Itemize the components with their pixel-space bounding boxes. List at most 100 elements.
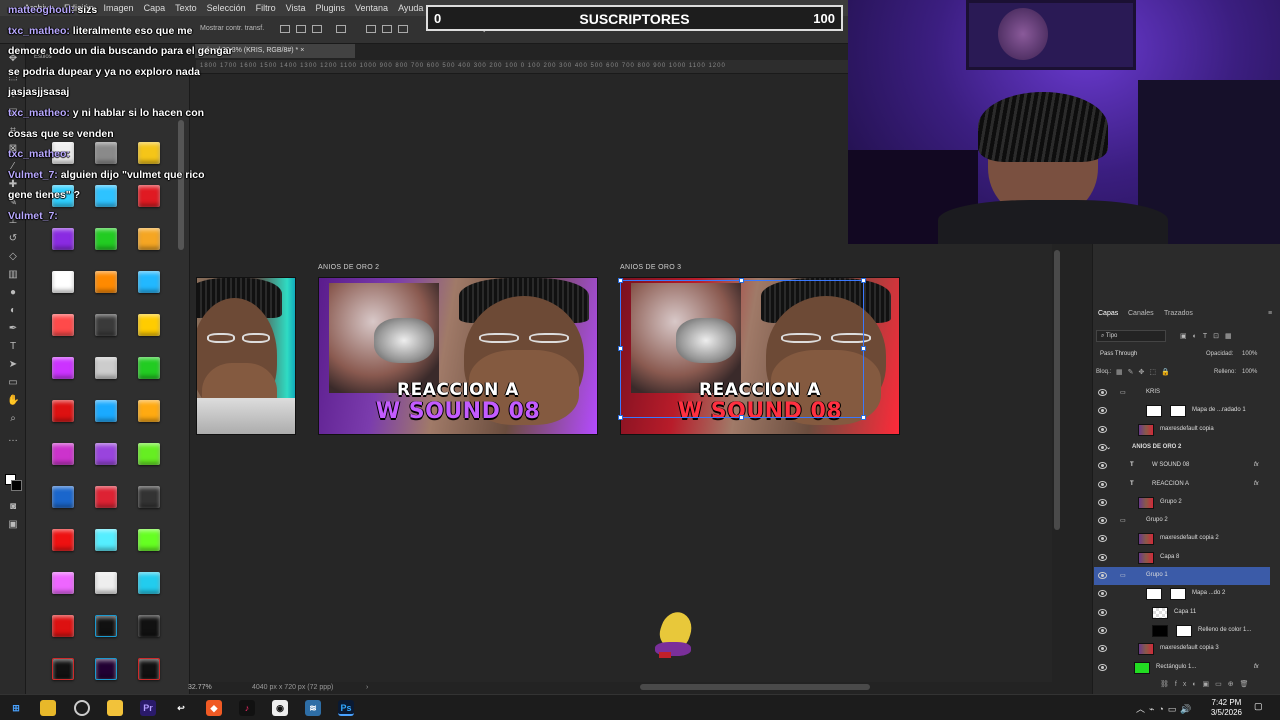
styles-scrollbar[interactable] bbox=[178, 120, 184, 250]
zoom-tool-icon[interactable]: ⌕ bbox=[7, 414, 19, 424]
clock[interactable]: 7:42 PM 3/5/2026 bbox=[1211, 698, 1242, 718]
style-swatch[interactable] bbox=[95, 615, 117, 637]
opacity-value[interactable]: 100% bbox=[1242, 351, 1257, 357]
distribute-icon[interactable] bbox=[336, 25, 346, 33]
visibility-eye-icon[interactable] bbox=[1098, 425, 1107, 433]
style-swatch[interactable] bbox=[95, 271, 117, 293]
transform-bounding-box[interactable] bbox=[620, 280, 864, 418]
menu-vista[interactable]: Vista bbox=[286, 3, 306, 13]
artboard-2-label[interactable]: ANIOS DE ORO 2 bbox=[318, 264, 379, 271]
transform-handle[interactable] bbox=[618, 415, 623, 420]
file-explorer-icon[interactable] bbox=[40, 700, 56, 716]
style-swatch[interactable] bbox=[138, 529, 160, 551]
folder-icon[interactable]: ▭ bbox=[1120, 389, 1126, 396]
rectangle-tool-icon[interactable]: ▭ bbox=[7, 378, 19, 388]
transform-handle[interactable] bbox=[739, 415, 744, 420]
layer-row[interactable]: ⌄ ANIOS DE ORO 2 bbox=[1094, 439, 1270, 457]
menu-texto[interactable]: Texto bbox=[175, 3, 197, 13]
visibility-eye-icon[interactable] bbox=[1098, 553, 1107, 561]
type-tool-icon[interactable]: T bbox=[7, 342, 19, 352]
style-swatch[interactable] bbox=[138, 400, 160, 422]
align-top-icon[interactable] bbox=[366, 25, 376, 33]
transform-handle[interactable] bbox=[861, 415, 866, 420]
gradient-tool-icon[interactable]: ▥ bbox=[7, 270, 19, 280]
layer-row[interactable]: ▭ KRIS bbox=[1094, 384, 1270, 402]
dodge-tool-icon[interactable]: ◐ bbox=[7, 306, 19, 316]
background-color-swatch[interactable] bbox=[11, 480, 22, 491]
style-swatch[interactable] bbox=[52, 529, 74, 551]
visibility-eye-icon[interactable] bbox=[1098, 626, 1107, 634]
menu-ayuda[interactable]: Ayuda bbox=[398, 3, 423, 13]
chrome-icon[interactable] bbox=[74, 700, 90, 716]
tab-capas[interactable]: Capas bbox=[1098, 310, 1118, 317]
folder-icon[interactable]: ▭ bbox=[1120, 517, 1126, 524]
visibility-eye-icon[interactable] bbox=[1098, 535, 1107, 543]
layer-row[interactable]: Relleno de color 1... bbox=[1094, 622, 1270, 640]
artboard-1-thumbnail[interactable] bbox=[196, 277, 296, 435]
notifications-icon[interactable]: ▢ bbox=[1254, 701, 1263, 712]
transform-handle[interactable] bbox=[618, 278, 623, 283]
visibility-eye-icon[interactable] bbox=[1098, 389, 1107, 396]
layer-row[interactable]: Capa 8 bbox=[1094, 549, 1270, 567]
style-swatch[interactable] bbox=[138, 314, 160, 336]
style-swatch[interactable] bbox=[52, 572, 74, 594]
menu-seleccion[interactable]: Selección bbox=[207, 3, 246, 13]
system-tray-icons[interactable]: ︿⌁◔▭🔊 bbox=[1136, 702, 1196, 715]
history-brush-icon[interactable]: ↺ bbox=[7, 234, 19, 244]
style-swatch[interactable] bbox=[138, 572, 160, 594]
layer-effects-icon[interactable]: fx bbox=[1254, 481, 1259, 487]
blur-tool-icon[interactable]: ● bbox=[7, 288, 19, 298]
style-swatch[interactable] bbox=[138, 142, 160, 164]
transform-controls-label[interactable]: Mostrar contr. transf. bbox=[200, 25, 264, 32]
hand-tool-icon[interactable]: ✋ bbox=[7, 396, 19, 406]
transform-handle[interactable] bbox=[861, 278, 866, 283]
align-right-icon[interactable] bbox=[312, 25, 322, 33]
fill-value[interactable]: 100% bbox=[1242, 369, 1257, 375]
style-swatch[interactable] bbox=[95, 314, 117, 336]
style-swatch[interactable] bbox=[95, 228, 117, 250]
eraser-icon[interactable]: ◇ bbox=[7, 252, 19, 262]
layer-filter-icons[interactable]: ▣◐T⊡▦ bbox=[1180, 332, 1266, 342]
vscode-icon[interactable]: ≋ bbox=[305, 700, 321, 716]
layer-filter-select[interactable]: ⌕ Tipo bbox=[1096, 330, 1166, 342]
layer-row[interactable]: Mapa ...do 2 bbox=[1094, 585, 1270, 603]
capcut-icon[interactable]: ↩ bbox=[173, 700, 189, 716]
style-swatch[interactable] bbox=[52, 314, 74, 336]
photoshop-icon[interactable]: Ps bbox=[338, 700, 354, 716]
layer-row[interactable]: Capa 11 bbox=[1094, 604, 1270, 622]
style-swatch[interactable] bbox=[95, 658, 117, 680]
tab-canales[interactable]: Canales bbox=[1128, 310, 1154, 317]
tab-trazados[interactable]: Trazados bbox=[1164, 310, 1193, 317]
path-select-icon[interactable]: ➤ bbox=[7, 360, 19, 370]
style-swatch[interactable] bbox=[52, 271, 74, 293]
style-swatch[interactable] bbox=[95, 529, 117, 551]
style-swatch[interactable] bbox=[138, 486, 160, 508]
panel-menu-icon[interactable]: ≡ bbox=[1268, 310, 1272, 317]
layer-effects-icon[interactable]: fx bbox=[1254, 462, 1259, 468]
visibility-eye-icon[interactable] bbox=[1098, 462, 1107, 470]
transform-handle[interactable] bbox=[861, 346, 866, 351]
style-swatch[interactable] bbox=[52, 357, 74, 379]
style-swatch[interactable] bbox=[52, 228, 74, 250]
layer-row[interactable]: Rectángulo 1... fx bbox=[1094, 659, 1270, 677]
style-swatch[interactable] bbox=[52, 443, 74, 465]
pen-tool-icon[interactable]: ✒ bbox=[7, 324, 19, 334]
align-center-icon[interactable] bbox=[296, 25, 306, 33]
style-swatch[interactable] bbox=[95, 185, 117, 207]
brave-icon[interactable]: ◆ bbox=[206, 700, 222, 716]
menu-plugins[interactable]: Plugins bbox=[316, 3, 346, 13]
transform-handle[interactable] bbox=[618, 346, 623, 351]
menu-filtro[interactable]: Filtro bbox=[256, 3, 276, 13]
visibility-eye-icon[interactable] bbox=[1098, 572, 1107, 579]
style-swatch[interactable] bbox=[138, 185, 160, 207]
canvas-vertical-scrollbar[interactable] bbox=[1054, 250, 1060, 530]
transform-handle[interactable] bbox=[739, 278, 744, 283]
artboard-3-label[interactable]: ANIOS DE ORO 3 bbox=[620, 264, 681, 271]
visibility-eye-icon[interactable] bbox=[1098, 645, 1107, 653]
layer-row[interactable]: T REACCION A fx bbox=[1094, 476, 1270, 494]
menu-ventana[interactable]: Ventana bbox=[355, 3, 388, 13]
visibility-eye-icon[interactable] bbox=[1098, 407, 1107, 415]
style-swatch[interactable] bbox=[95, 142, 117, 164]
style-swatch[interactable] bbox=[52, 486, 74, 508]
style-swatch[interactable] bbox=[95, 400, 117, 422]
